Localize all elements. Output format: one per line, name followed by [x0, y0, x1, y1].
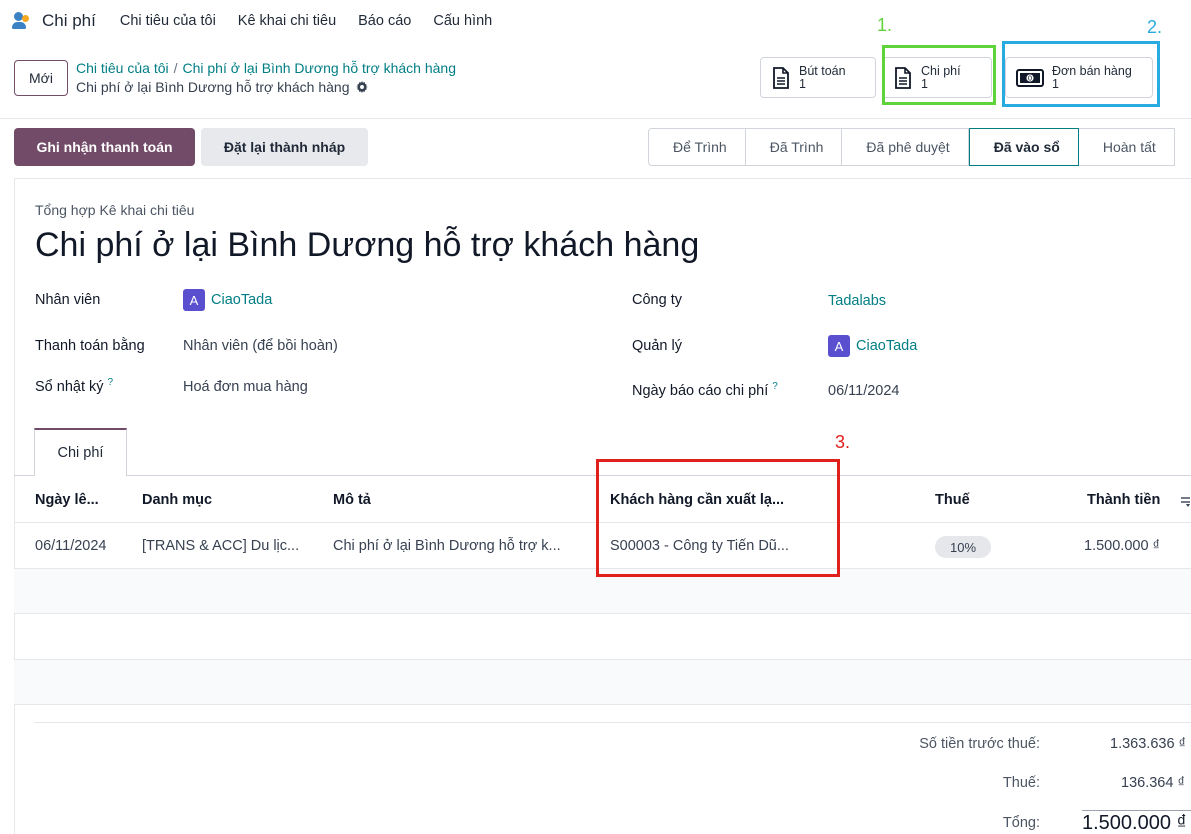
new-button[interactable]: Mới: [14, 60, 68, 96]
manager-value: CiaoTada: [856, 338, 918, 354]
nav-my-expenses[interactable]: Chi tiêu của tôi: [120, 13, 216, 29]
column-settings-icon[interactable]: [1180, 494, 1191, 508]
col-description[interactable]: Mô tả: [333, 492, 371, 508]
register-payment-button[interactable]: Ghi nhận thanh toán: [14, 128, 195, 166]
avatar: A: [183, 289, 205, 311]
manager-field[interactable]: A CiaoTada: [828, 335, 917, 357]
employee-label: Nhân viên: [35, 292, 101, 308]
tax-label: Thuế:: [1002, 775, 1040, 791]
expenses-app-icon[interactable]: [12, 12, 34, 30]
row-divider: [14, 704, 1191, 705]
app-name[interactable]: Chi phí: [42, 11, 96, 31]
cell-total[interactable]: 1.500.000 ₫: [1084, 538, 1160, 554]
annotation-label-1: 1.: [877, 15, 893, 35]
annotation-label-3: 3.: [835, 432, 851, 452]
report-date-value[interactable]: 06/11/2024: [828, 383, 900, 399]
form-title[interactable]: Chi phí ở lại Bình Dương hỗ trợ khách hà…: [35, 226, 699, 265]
annotation-label-2: 2.: [1147, 17, 1163, 37]
company-value[interactable]: Tadalabs: [828, 293, 886, 309]
total-divider: [1082, 810, 1191, 811]
annotation-box-1: [882, 45, 996, 105]
current-record-name: Chi phí ở lại Bình Dương hỗ trợ khách hà…: [76, 79, 350, 95]
total-label: Tổng:: [1002, 815, 1040, 831]
tax-badge[interactable]: 10%: [935, 536, 991, 558]
tab-expenses[interactable]: Chi phí: [34, 428, 127, 476]
help-icon[interactable]: ?: [772, 381, 778, 392]
stage-to-submit[interactable]: Để Trình: [648, 128, 746, 166]
employee-field[interactable]: A CiaoTada: [183, 289, 272, 311]
nav-reporting[interactable]: Báo cáo: [358, 13, 411, 29]
employee-value: CiaoTada: [211, 292, 273, 308]
stage-approved[interactable]: Đã phê duyệt: [842, 128, 969, 166]
tax-value: 136.364 ₫: [1121, 775, 1185, 791]
breadcrumb-report[interactable]: Chi phí ở lại Bình Dương hỗ trợ khách hà…: [183, 60, 457, 76]
avatar: A: [828, 335, 850, 357]
journal-entries-smart-button[interactable]: Bút toán 1: [760, 57, 876, 98]
form-subtitle: Tổng hợp Kê khai chi tiêu: [35, 202, 195, 218]
cell-description[interactable]: Chi phí ở lại Bình Dương hỗ trợ k...: [333, 538, 561, 554]
company-label: Công ty: [632, 292, 682, 308]
journal-label: Sổ nhật ký ?: [35, 377, 114, 395]
help-icon[interactable]: ?: [108, 377, 114, 388]
reset-to-draft-button[interactable]: Đặt lại thành nháp: [201, 128, 368, 166]
manager-label: Quản lý: [632, 338, 682, 354]
col-taxes[interactable]: Thuế: [935, 492, 970, 508]
paid-by-value[interactable]: Nhân viên (để bồi hoàn): [183, 338, 338, 354]
breadcrumb-my-expenses[interactable]: Chi tiêu của tôi: [76, 60, 169, 76]
empty-row: [14, 660, 1191, 704]
journal-value[interactable]: Hoá đơn mua hàng: [183, 379, 308, 395]
untaxed-value: 1.363.636 ₫: [1110, 736, 1186, 752]
current-record: Chi phí ở lại Bình Dương hỗ trợ khách hà…: [76, 79, 368, 95]
cell-category[interactable]: [TRANS & ACC] Du lịc...: [142, 538, 299, 554]
report-date-label: Ngày báo cáo chi phí ?: [632, 381, 778, 399]
status-bar: Để Trình Đã Trình Đã phê duyệt Đã vào sổ…: [648, 128, 1175, 166]
annotation-box-2: [1002, 41, 1160, 107]
stage-posted[interactable]: Đã vào sổ: [968, 128, 1079, 166]
col-total[interactable]: Thành tiền: [1087, 492, 1160, 508]
cell-date[interactable]: 06/11/2024: [35, 538, 107, 554]
gear-icon[interactable]: [355, 81, 368, 93]
col-date[interactable]: Ngày lê...: [35, 492, 99, 508]
total-value: 1.500.000 ₫: [1082, 812, 1187, 834]
breadcrumb: Chi tiêu của tôi / Chi phí ở lại Bình Dươn…: [76, 60, 457, 76]
untaxed-label: Số tiền trước thuế:: [919, 736, 1040, 752]
journal-entries-count: 1: [799, 76, 806, 91]
nav-expense-reports[interactable]: Kê khai chi tiêu: [238, 13, 336, 29]
top-navbar: Chi phí Chi tiêu của tôi Kê khai chi tiê…: [0, 0, 1191, 42]
document-icon: [773, 66, 789, 89]
journal-entries-label: Bút toán: [799, 63, 846, 78]
nav-configuration[interactable]: Cấu hình: [433, 13, 492, 29]
summary-divider: [34, 722, 1191, 723]
row-divider: [14, 613, 1191, 614]
stage-submitted[interactable]: Đã Trình: [745, 128, 843, 166]
annotation-box-3: [596, 459, 840, 577]
col-category[interactable]: Danh mục: [142, 492, 212, 508]
stage-done[interactable]: Hoàn tất: [1078, 128, 1175, 166]
paid-by-label: Thanh toán bằng: [35, 338, 145, 354]
